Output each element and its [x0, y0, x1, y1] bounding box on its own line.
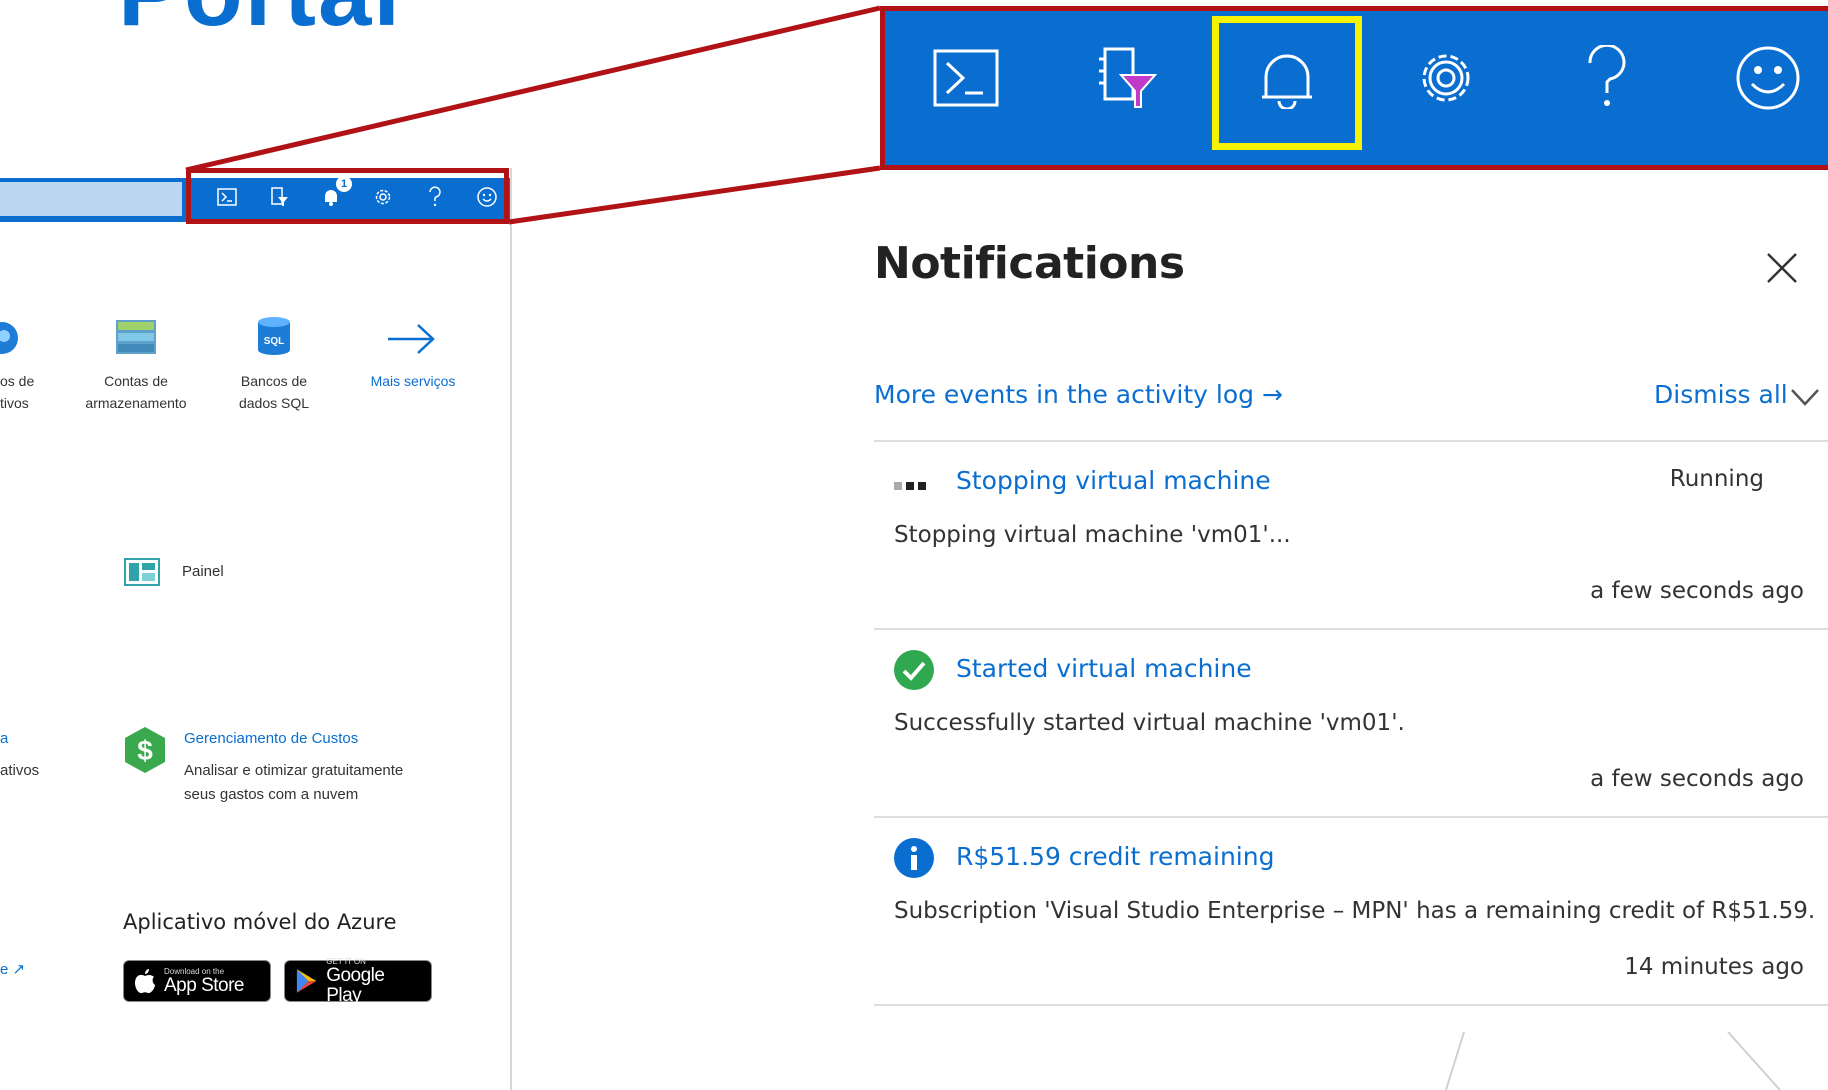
chevron-down-icon[interactable] — [1790, 386, 1820, 408]
directory-filter-icon[interactable] — [1076, 22, 1176, 134]
storage-icon[interactable] — [116, 320, 156, 354]
info-icon — [894, 838, 934, 878]
dashboard-icon[interactable] — [124, 558, 160, 586]
notification-desc: Successfully started virtual machine 'vm… — [894, 710, 1405, 736]
cost-management-desc-2: seus gastos com a nuvem — [184, 786, 359, 803]
service-item-partial[interactable]: os de tivos — [0, 370, 34, 414]
help-icon[interactable] — [1557, 22, 1657, 134]
feedback-icon[interactable] — [476, 186, 498, 208]
cost-management-link[interactable]: Gerenciamento de Custos — [184, 730, 358, 747]
close-icon[interactable] — [1762, 248, 1802, 288]
sql-database-icon[interactable]: SQL — [256, 316, 292, 356]
dashboard-label[interactable]: Painel — [182, 563, 224, 580]
cut-text-partial: ativos — [0, 762, 40, 779]
settings-icon[interactable] — [1396, 22, 1496, 134]
dismiss-all-button[interactable]: Dismiss all — [1654, 380, 1788, 409]
cut-link-partial[interactable]: a — [0, 730, 8, 747]
app-store-badge[interactable]: Download on the App Store — [123, 960, 271, 1002]
service-item-storage-accounts[interactable]: Contas de armazenamento — [74, 370, 198, 414]
more-services-link[interactable]: Mais serviços — [358, 370, 468, 392]
settings-icon[interactable] — [372, 186, 394, 208]
cut-external-link-partial[interactable]: e ↗ — [0, 960, 25, 978]
slide-title: Portal — [118, 0, 402, 48]
apple-icon — [135, 969, 155, 994]
cloud-shell-icon[interactable] — [916, 22, 1016, 134]
mobile-app-heading: Aplicativo móvel do Azure — [123, 910, 397, 934]
directory-filter-icon[interactable] — [268, 186, 290, 208]
notification-desc: Subscription 'Visual Studio Enterprise –… — [894, 898, 1816, 924]
divider — [874, 440, 1828, 442]
success-check-icon — [894, 650, 934, 690]
portal-preview — [0, 168, 512, 1090]
cloud-shell-icon[interactable] — [216, 186, 238, 208]
notification-desc: Stopping virtual machine 'vm01'... — [894, 522, 1291, 548]
notification-title[interactable]: R$51.59 credit remaining — [956, 842, 1274, 871]
progress-dots-icon — [894, 482, 926, 490]
notification-status: Running — [1669, 466, 1764, 492]
svg-text:SQL: SQL — [264, 336, 285, 347]
arrow-right-icon[interactable] — [386, 322, 436, 356]
service-item-sql-databases[interactable]: Bancos de dados SQL — [222, 370, 326, 414]
cost-management-icon[interactable]: $ — [124, 726, 166, 774]
google-play-icon — [296, 969, 317, 993]
notifications-highlight-box — [1212, 16, 1362, 150]
notification-time: a few seconds ago — [1590, 766, 1804, 792]
divider — [874, 628, 1828, 630]
notification-count-badge: 1 — [336, 176, 352, 192]
notification-time: a few seconds ago — [1590, 578, 1804, 604]
help-icon[interactable] — [424, 186, 446, 208]
cost-management-desc-1: Analisar e otimizar gratuitamente — [184, 762, 404, 779]
notification-time: 14 minutes ago — [1624, 954, 1804, 980]
notification-title[interactable]: Stopping virtual machine — [956, 466, 1271, 495]
notification-title[interactable]: Started virtual machine — [956, 654, 1252, 683]
feedback-icon[interactable] — [1718, 22, 1818, 134]
activity-log-link[interactable]: More events in the activity log → — [874, 380, 1283, 409]
divider — [874, 816, 1828, 818]
divider — [874, 1004, 1828, 1006]
portal-search-box[interactable] — [0, 182, 182, 216]
globe-icon[interactable] — [0, 318, 22, 358]
svg-text:$: $ — [137, 735, 153, 766]
google-play-badge[interactable]: GET IT ON Google Play — [284, 957, 432, 1005]
notifications-title: Notifications — [874, 238, 1185, 289]
